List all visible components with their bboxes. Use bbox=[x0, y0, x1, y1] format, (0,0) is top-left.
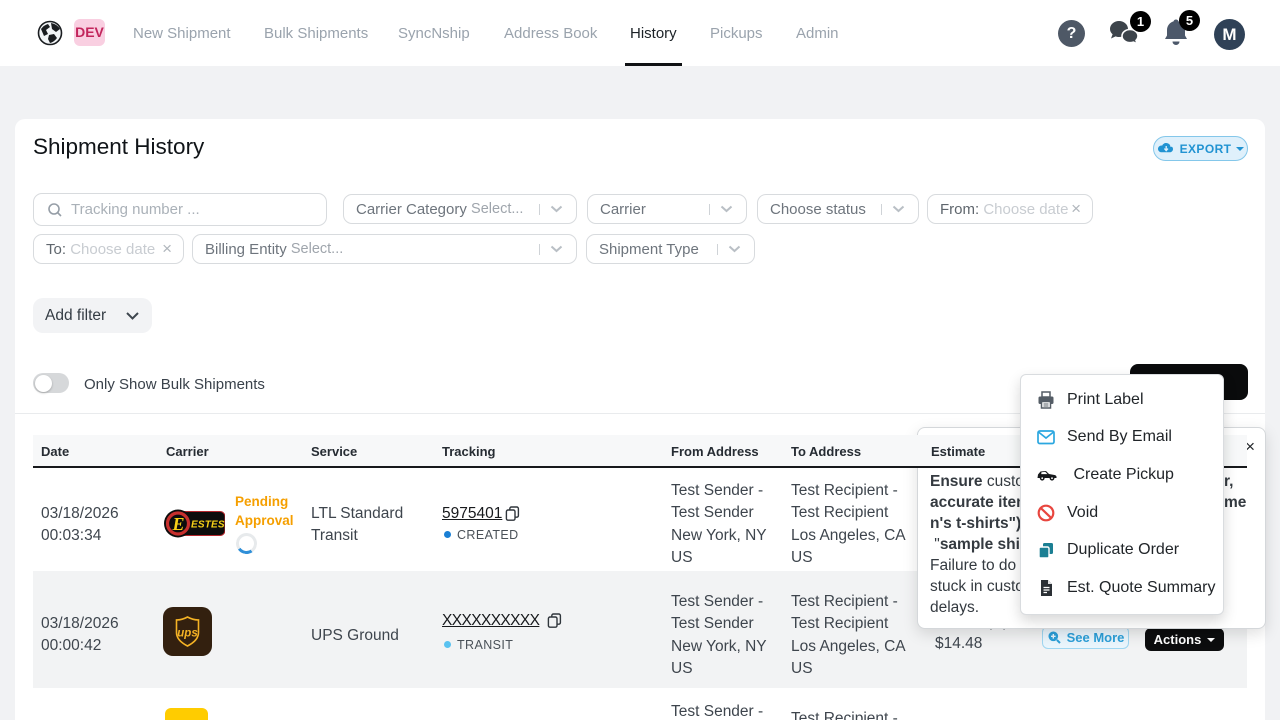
svg-text:E: E bbox=[171, 514, 184, 534]
svg-text:ups: ups bbox=[177, 628, 197, 640]
svg-text:ESTES: ESTES bbox=[191, 520, 225, 531]
